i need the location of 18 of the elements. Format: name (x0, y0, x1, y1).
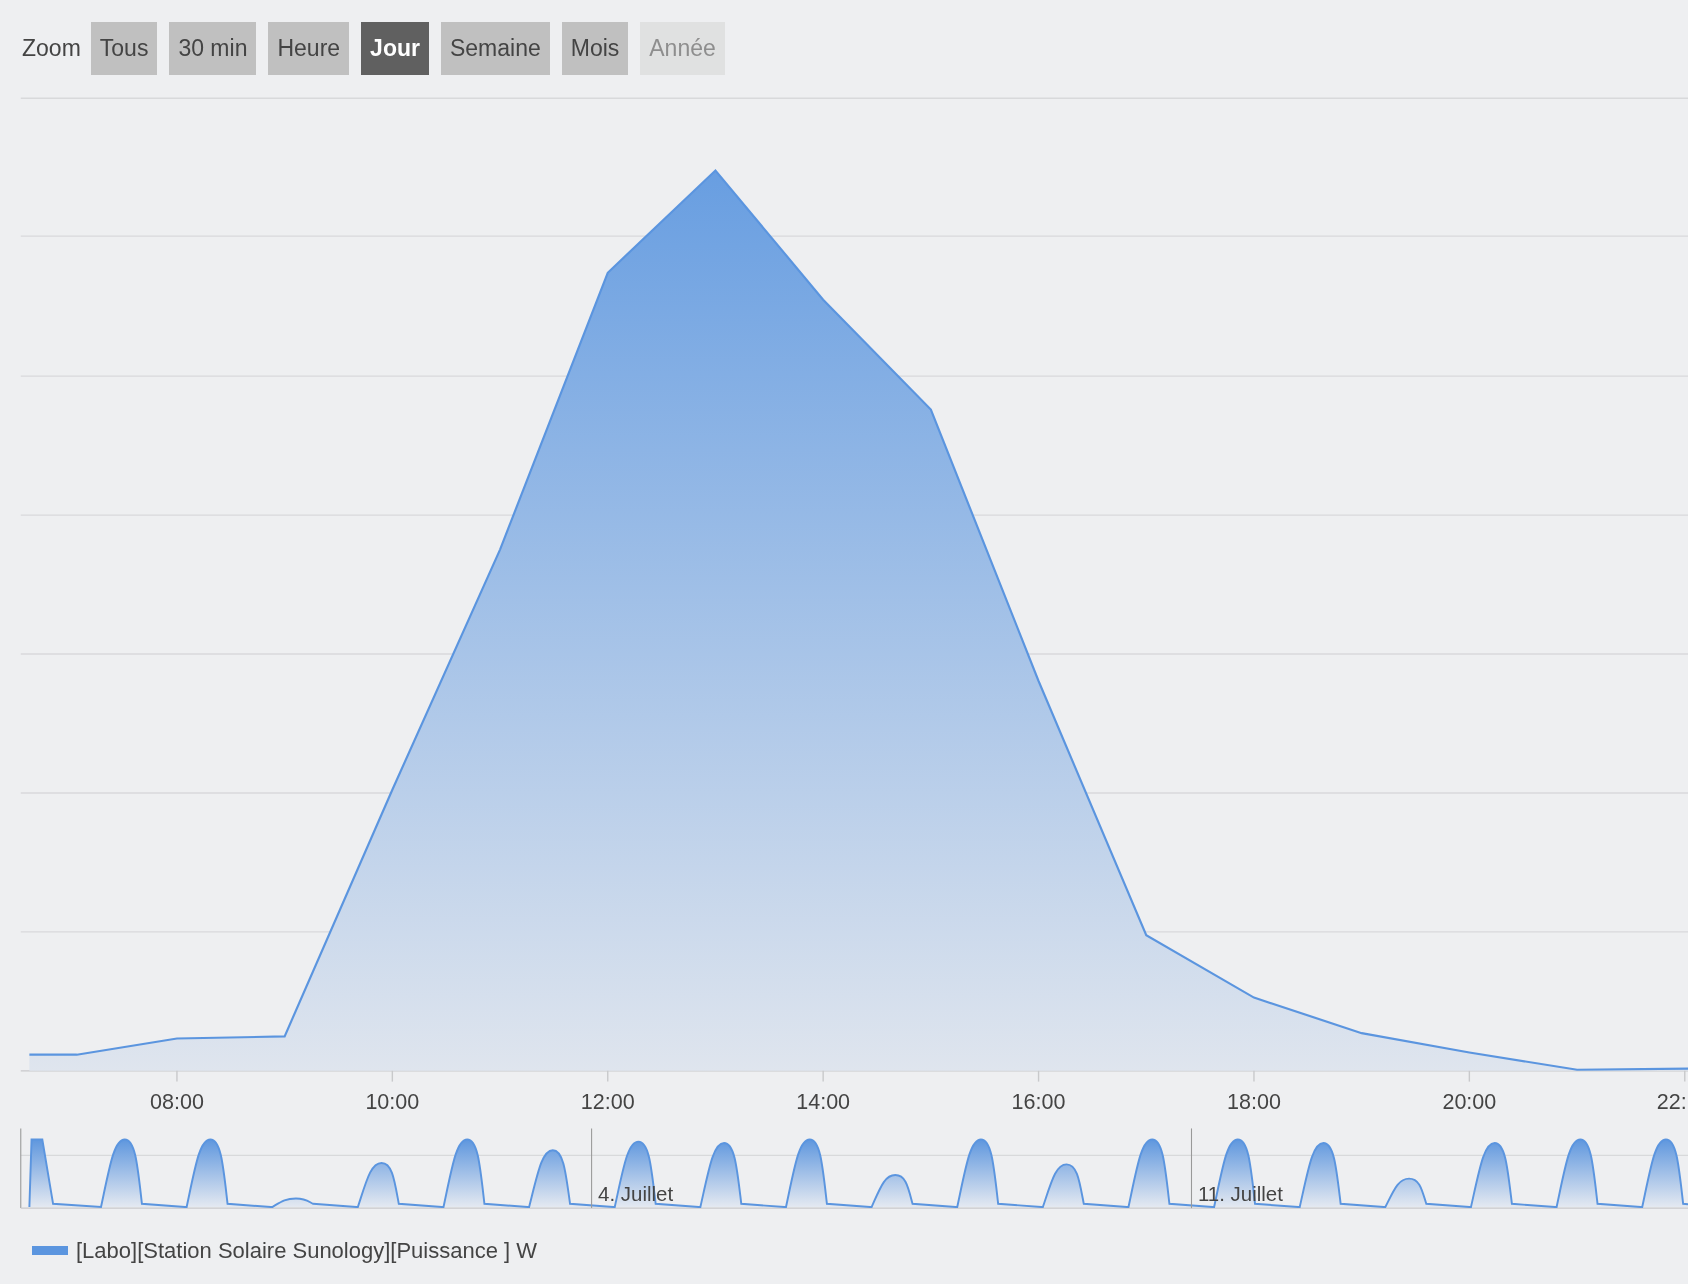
zoom-range-button[interactable]: Jour (361, 21, 429, 75)
zoom-range-button[interactable]: Mois (561, 21, 629, 75)
chart-legend-item[interactable]: [Labo][Station Solaire Sunology][Puissance ] W (10, 1220, 1688, 1280)
zoom-range-button[interactable]: Heure (268, 21, 350, 75)
series-swatch-icon (32, 1245, 68, 1255)
x-axis-label: 08:00 (150, 1089, 204, 1114)
x-axis-label: 18:00 (1227, 1089, 1281, 1114)
zoom-range-button[interactable]: 30 min (169, 21, 257, 75)
x-axis-label: 12:00 (580, 1089, 635, 1114)
x-axis-label: 10:00 (365, 1089, 420, 1114)
legend-label: [Labo][Station Solaire Sunology][Puissance ] W (76, 1236, 538, 1265)
zoom-range-button[interactable]: Semaine (440, 21, 550, 75)
zoom-label: Zoom (22, 33, 81, 63)
x-axis-label: 16:00 (1011, 1089, 1066, 1114)
zoom-range-button[interactable]: Tous (90, 21, 158, 75)
x-axis-label: 14:00 (796, 1089, 851, 1114)
x-axis-label: 20:00 (1442, 1089, 1497, 1114)
x-axis-label: 22: (1656, 1089, 1687, 1114)
